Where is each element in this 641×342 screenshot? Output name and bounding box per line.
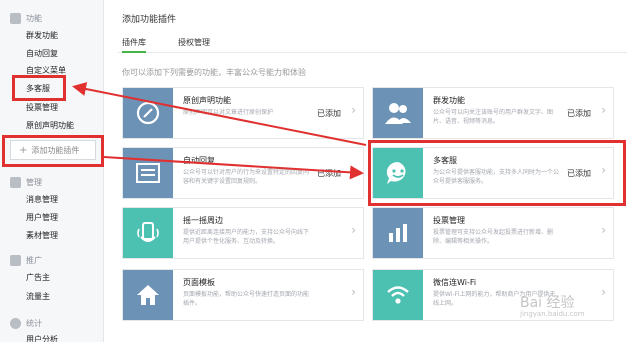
pie-icon (10, 317, 21, 329)
chevron-right-icon: › (351, 103, 356, 117)
box-icon (10, 176, 21, 188)
chevron-right-icon: › (601, 223, 606, 237)
sidebar-item-user-manage[interactable]: 用户管理 (26, 211, 58, 225)
hint-text: 你可以添加下列需要的功能，丰富公众号能力和体验 (122, 68, 306, 77)
plugin-card-shake[interactable]: 摇一摇周边 提供近距离连接用户的能力，支持公众号向线下用户提供个性化服务、互动及… (122, 207, 364, 259)
status-added: 已添加 (317, 109, 341, 118)
sidebar-item-advertiser[interactable]: 广告主 (26, 271, 50, 285)
chevron-right-icon: › (601, 103, 606, 117)
sidebar-item-original-declare[interactable]: 原创声明功能 (26, 119, 74, 133)
sidebar: 功能 群发功能 自动回复 自定义菜单 多客服 投票管理 原创声明功能 + 添加功… (0, 0, 104, 342)
section-stats: 统计 (10, 316, 42, 330)
sidebar-item-message-manage[interactable]: 消息管理 (26, 193, 58, 207)
tab-authorization[interactable]: 授权管理 (178, 37, 210, 53)
chevron-right-icon: › (601, 285, 606, 299)
megaphone-icon (10, 254, 21, 266)
tab-plugin-library[interactable]: 插件库 (122, 37, 146, 53)
home-icon (137, 285, 159, 305)
sidebar-item-vote-manage[interactable]: 投票管理 (26, 101, 58, 115)
chevron-right-icon: › (351, 163, 356, 177)
highlight-box-sidebar-customer-service (12, 75, 66, 101)
sidebar-item-traffic-owner[interactable]: 流量主 (26, 290, 50, 304)
watermark-url: jingyan.baidu.com (520, 310, 585, 318)
plugin-card-page-template[interactable]: 页面模板 页面模板功能，帮助公众号快速打造页面的功能插件。 › (122, 269, 364, 321)
wifi-icon (387, 286, 409, 304)
tab-bar: 插件库 授权管理 (118, 33, 627, 53)
status-added: 已添加 (567, 109, 591, 118)
section-promotion: 推广 (10, 253, 42, 267)
section-function: 功能 (10, 11, 42, 25)
sidebar-item-user-analysis[interactable]: 用户分析 (26, 333, 58, 342)
sidebar-item-material-manage[interactable]: 素材管理 (26, 229, 58, 243)
shake-hand-icon (137, 222, 159, 242)
plugin-card-mass-send[interactable]: 群发功能 公众号可以向关注该账号的用户群发文字、图片、语音、视频等消息。 已添加… (372, 87, 614, 139)
watermark: Bai 经验 (520, 295, 575, 311)
sidebar-item-auto-reply[interactable]: 自动回复 (26, 47, 58, 61)
chevron-right-icon: › (351, 285, 356, 299)
plugin-card-auto-reply[interactable]: 自动回复 公众号可以针对用户的行为来设置特定的回复内容和有关键字设置回复规则。 … (122, 147, 364, 199)
section-manage: 管理 (10, 175, 42, 189)
sidebar-item-mass-send[interactable]: 群发功能 (26, 29, 58, 43)
plugin-card-vote[interactable]: 投票管理 投票管理可支持公众号发起投票进行新增、删除、编辑等相关操作。 › (372, 207, 614, 259)
page-title: 添加功能插件 (122, 15, 177, 25)
grid-icon (10, 12, 21, 24)
highlight-box-customer-service-card (368, 140, 626, 206)
users-icon (385, 103, 411, 124)
status-added: 已添加 (317, 169, 341, 178)
highlight-box-add-plugin (2, 135, 104, 167)
chevron-right-icon: › (351, 223, 356, 237)
compass-icon (136, 101, 160, 125)
bar-chart-icon (389, 224, 407, 242)
plugin-card-original[interactable]: 原创声明功能 原创声明可以对文章进行原创保护 已添加 › (122, 87, 364, 139)
list-icon (136, 163, 160, 183)
